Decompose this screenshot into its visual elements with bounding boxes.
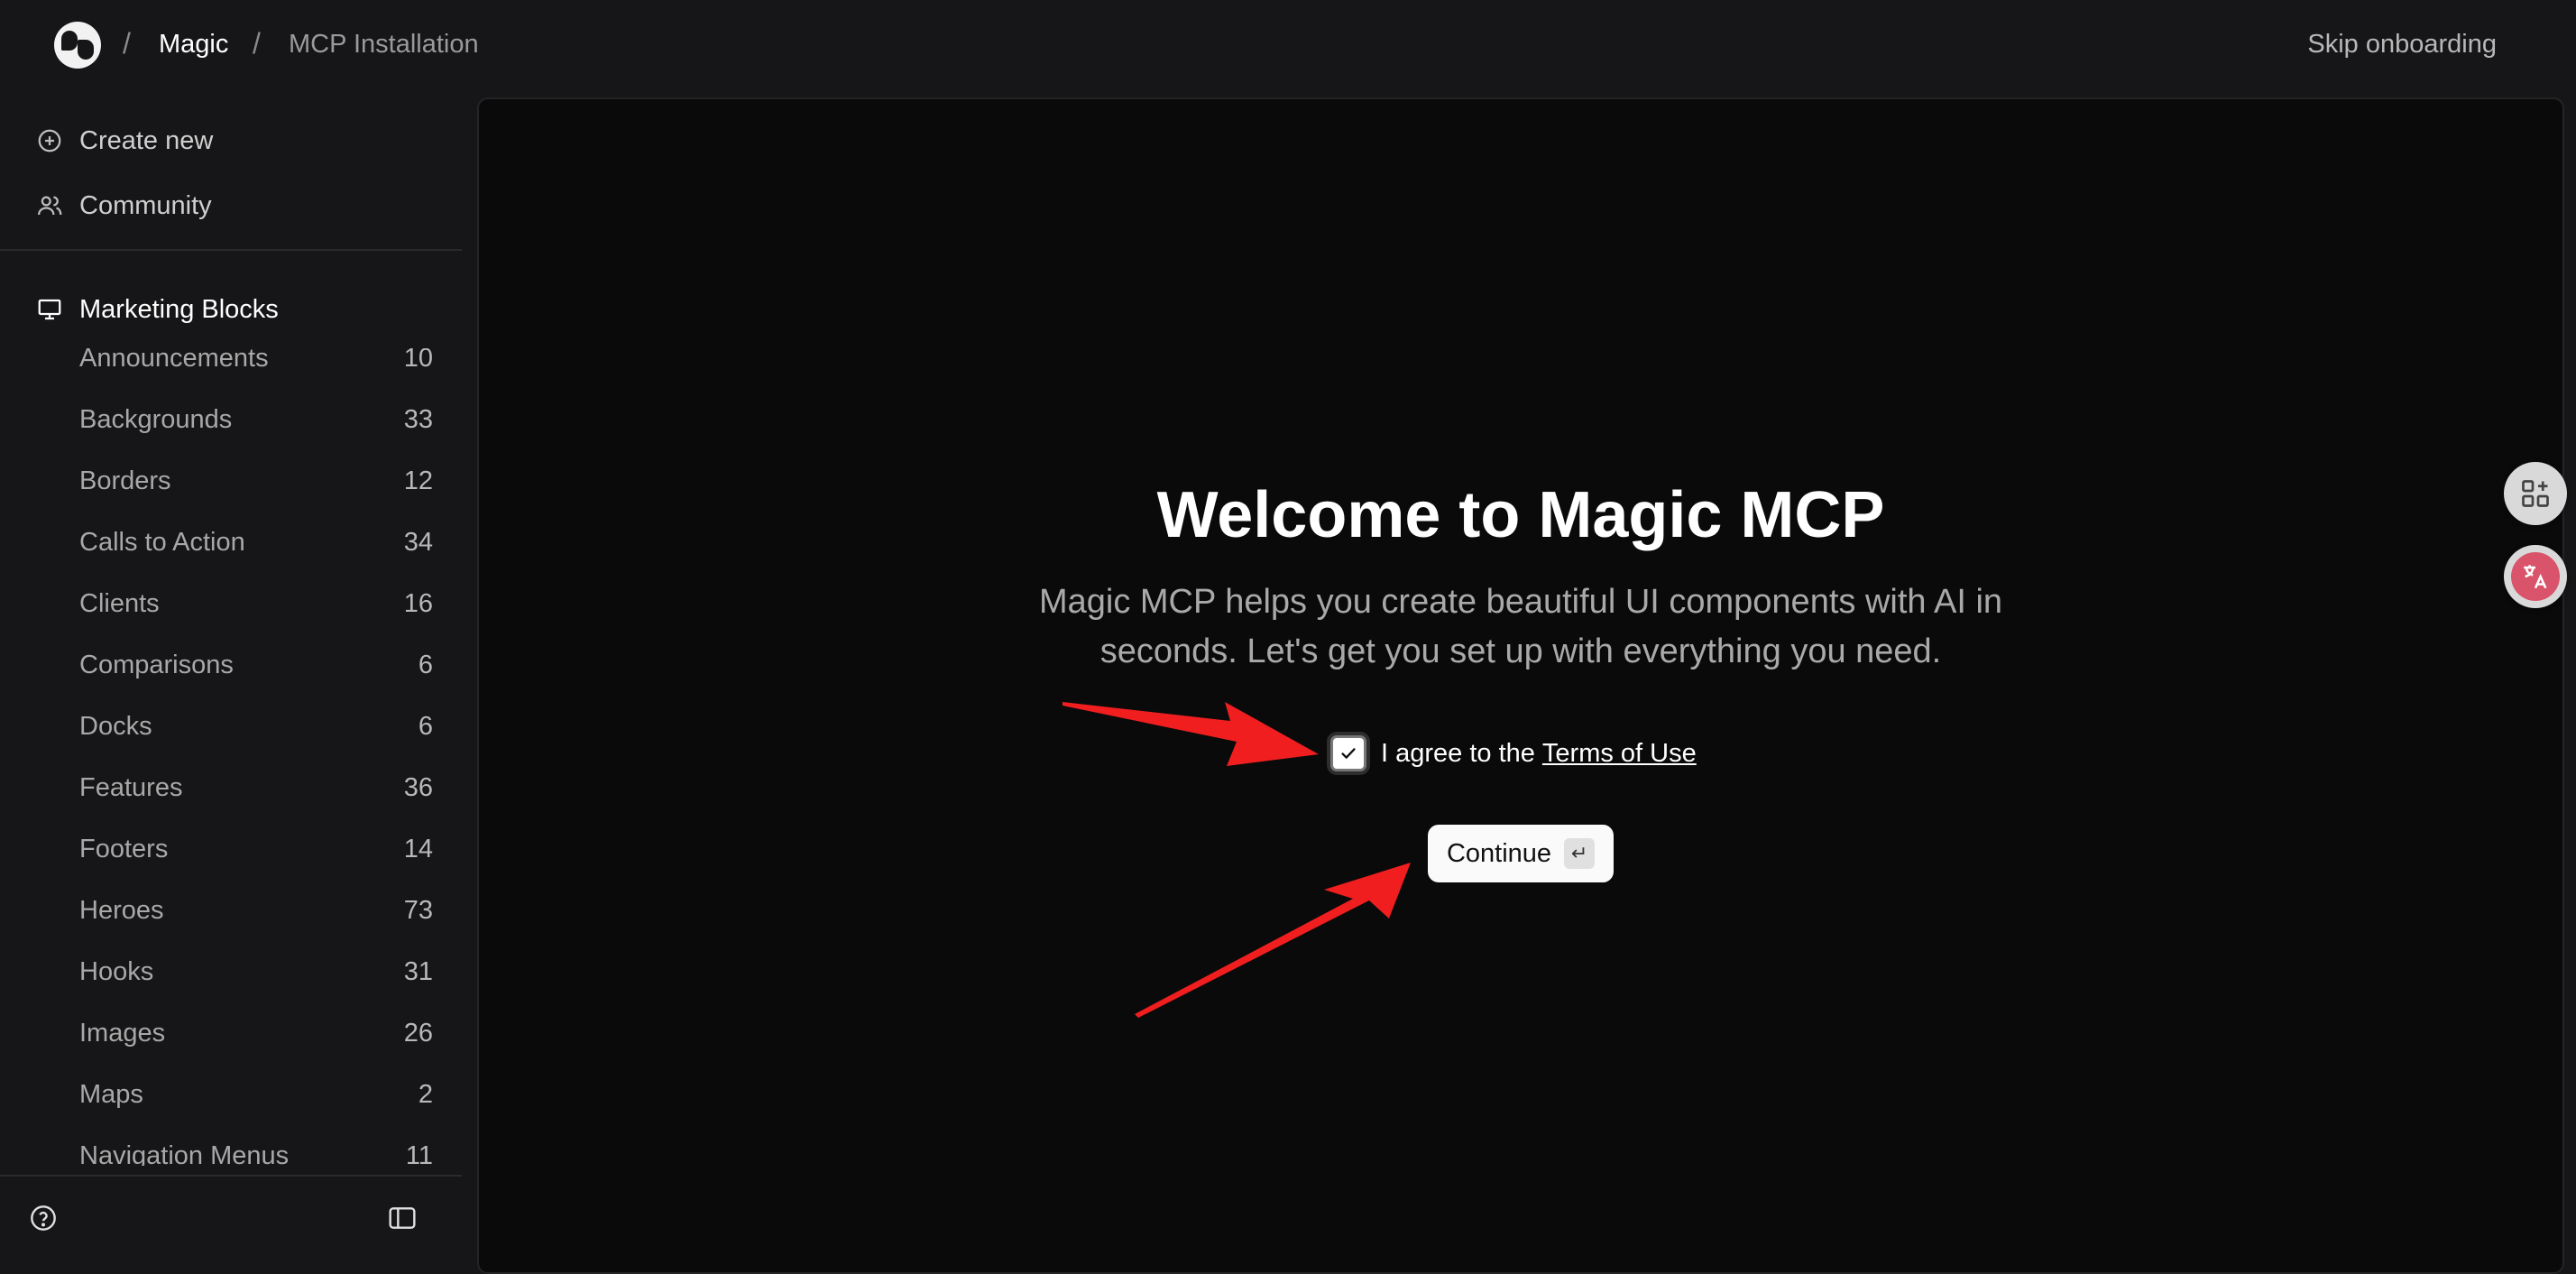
category-count: 6 <box>418 711 433 741</box>
logo-icon[interactable] <box>54 22 101 69</box>
category-item-hooks[interactable]: Hooks 31 <box>79 949 433 994</box>
category-label: Calls to Action <box>79 527 245 557</box>
category-label: Features <box>79 772 183 802</box>
translate-icon <box>2511 552 2560 601</box>
category-label: Docks <box>79 711 152 741</box>
category-item-backgrounds[interactable]: Backgrounds 33 <box>79 397 433 442</box>
category-label: Borders <box>79 466 171 495</box>
sidebar: Create new Community Marketing Blocks An… <box>0 94 462 1254</box>
terms-checkbox[interactable] <box>1330 735 1366 771</box>
category-label: Images <box>79 1018 166 1048</box>
category-count: 12 <box>403 466 433 495</box>
help-icon[interactable] <box>29 1204 58 1232</box>
top-bar: / Magic / MCP Installation Skip onboardi… <box>0 0 2576 94</box>
category-count: 33 <box>403 404 433 434</box>
plus-circle-icon <box>38 129 61 152</box>
category-item-docks[interactable]: Docks 6 <box>79 704 433 749</box>
category-count: 16 <box>403 588 433 618</box>
category-item-clients[interactable]: Clients 16 <box>79 581 433 626</box>
translate-button[interactable] <box>2504 545 2567 608</box>
welcome-subtitle-line: Magic MCP helps you create beautiful UI … <box>1038 583 2003 621</box>
sidebar-item-label: Create new <box>79 125 214 155</box>
category-item-features[interactable]: Features 36 <box>79 765 433 810</box>
category-count: 26 <box>403 1018 433 1048</box>
add-widget-button[interactable] <box>2504 462 2567 525</box>
sidebar-divider <box>0 1175 462 1177</box>
sidebar-item-community[interactable]: Community <box>36 183 212 228</box>
breadcrumb-mcp-installation: MCP Installation <box>289 30 479 59</box>
category-item-heroes[interactable]: Heroes 73 <box>79 888 433 933</box>
category-label: Footers <box>79 834 169 863</box>
category-item-comparisons[interactable]: Comparisons 6 <box>79 642 433 688</box>
sidebar-toggle-icon[interactable] <box>388 1205 417 1231</box>
skip-onboarding-button[interactable]: Skip onboarding <box>2307 30 2497 60</box>
main-panel: Welcome to Magic MCP Magic MCP helps you… <box>477 97 2564 1274</box>
category-count: 34 <box>403 527 433 557</box>
category-label: Clients <box>79 588 160 618</box>
category-count: 73 <box>403 895 433 925</box>
breadcrumb-separator: / <box>123 27 131 60</box>
category-label: Heroes <box>79 895 164 925</box>
category-item-calls-to-action[interactable]: Calls to Action 34 <box>79 520 433 565</box>
sidebar-item-create-new[interactable]: Create new <box>36 118 213 163</box>
breadcrumb-magic[interactable]: Magic <box>159 30 228 60</box>
category-label: Announcements <box>79 348 269 373</box>
terms-agreement-row: I agree to the Terms of Use <box>1330 731 1697 776</box>
category-count: 14 <box>403 834 433 863</box>
welcome-subtitle: Magic MCP helps you create beautiful UI … <box>975 577 2066 677</box>
category-item-images[interactable]: Images 26 <box>79 1011 433 1056</box>
continue-button[interactable]: Continue ↵ <box>1428 825 1614 882</box>
category-item-footers[interactable]: Footers 14 <box>79 826 433 872</box>
continue-label: Continue <box>1446 838 1552 868</box>
category-label: Navigation Menus <box>79 1140 290 1167</box>
category-list: Announcements 10 Backgrounds 33 Borders 12 … <box>0 348 462 1166</box>
category-label: Comparisons <box>79 650 234 679</box>
category-count: 31 <box>403 956 433 986</box>
sidebar-section-marketing-blocks[interactable]: Marketing Blocks <box>36 287 279 332</box>
category-item-navigation-menus[interactable]: Navigation Menus 11 <box>79 1133 433 1167</box>
terms-of-use-link[interactable]: Terms of Use <box>1542 739 1697 769</box>
agree-text: I agree to the <box>1381 738 1535 768</box>
category-count: 2 <box>418 1079 433 1109</box>
sidebar-divider <box>0 249 462 251</box>
welcome-subtitle-line: seconds. Let's get you set up with every… <box>1099 632 1942 670</box>
category-label: Hooks <box>79 956 154 986</box>
enter-key-icon: ↵ <box>1564 838 1596 869</box>
category-item-announcements[interactable]: Announcements 10 <box>79 348 433 381</box>
category-count: 6 <box>418 650 433 679</box>
section-label: Marketing Blocks <box>79 294 279 324</box>
category-label: Backgrounds <box>79 404 233 434</box>
category-count: 36 <box>403 772 433 802</box>
breadcrumb-separator: / <box>253 27 261 60</box>
check-icon <box>1341 748 1356 759</box>
add-widget-icon <box>2522 480 2549 507</box>
category-item-maps[interactable]: Maps 2 <box>79 1072 433 1117</box>
category-count: 11 <box>405 1140 433 1167</box>
category-label: Maps <box>79 1079 143 1109</box>
category-item-borders[interactable]: Borders 12 <box>79 458 433 503</box>
welcome-title: Welcome to Magic MCP <box>1156 479 1885 551</box>
category-count: 10 <box>403 348 433 373</box>
sidebar-item-label: Community <box>79 190 212 220</box>
users-icon <box>38 196 62 216</box>
presentation-icon <box>38 299 61 320</box>
